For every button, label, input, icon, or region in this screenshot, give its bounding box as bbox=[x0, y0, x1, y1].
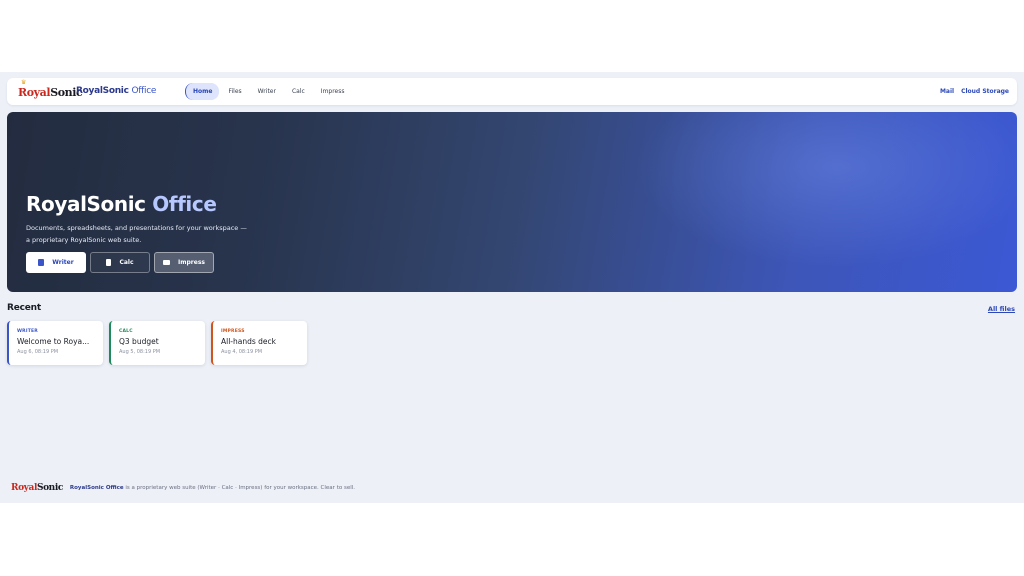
hero-title-main: RoyalSonic bbox=[26, 192, 146, 216]
card-name: All-hands deck bbox=[221, 337, 277, 346]
nav-right-links: Mail Cloud Storage bbox=[933, 88, 1009, 95]
impress-button[interactable]: Impress bbox=[154, 252, 214, 273]
hero-title: RoyalSonic Office bbox=[26, 192, 217, 216]
tab-writer[interactable]: Writer bbox=[251, 83, 283, 100]
calc-button[interactable]: Calc bbox=[90, 252, 150, 273]
brand-main: RoyalSonic bbox=[76, 86, 129, 96]
logo-royal-text: Royal bbox=[18, 85, 51, 99]
tab-home[interactable]: Home bbox=[185, 83, 220, 100]
mail-link[interactable]: Mail bbox=[940, 88, 954, 95]
brand-title[interactable]: RoyalSonic Office bbox=[76, 86, 156, 96]
card-name: Welcome to Roya... bbox=[17, 337, 90, 346]
calc-button-label: Calc bbox=[119, 259, 134, 266]
card-kind: CALC bbox=[119, 329, 133, 334]
footer-brand: RoyalSonic Office bbox=[69, 485, 124, 491]
recent-heading: Recent bbox=[7, 303, 41, 313]
card-kind: IMPRESS bbox=[221, 329, 245, 334]
recent-card[interactable]: IMPRESS All-hands deck Aug 4, 08:19 PM bbox=[211, 321, 307, 365]
hero-desc-line-2: a proprietary RoyalSonic web suite. bbox=[26, 236, 142, 244]
card-date: Aug 5, 08:19 PM bbox=[119, 349, 161, 355]
footer-text: RoyalSonic Office is a proprietary web s… bbox=[70, 485, 355, 491]
hero-description: Documents, spreadsheets, and presentatio… bbox=[26, 222, 286, 246]
hero-banner: RoyalSonic Office Documents, spreadsheet… bbox=[7, 112, 1017, 292]
card-date: Aug 6, 08:19 PM bbox=[17, 349, 59, 355]
footer-logo-royal: Royal bbox=[11, 483, 37, 493]
royalsonic-logo[interactable]: ♛ Royal Sonic bbox=[18, 79, 83, 101]
footer-logo: RoyalSonic bbox=[11, 483, 63, 493]
writer-button-label: Writer bbox=[52, 259, 74, 266]
document-icon bbox=[38, 259, 45, 266]
impress-button-label: Impress bbox=[178, 259, 205, 266]
cloud-storage-link[interactable]: Cloud Storage bbox=[961, 88, 1009, 95]
hero-title-accent: Office bbox=[152, 192, 217, 216]
recent-cards: WRITER Welcome to Roya... Aug 6, 08:19 P… bbox=[7, 321, 313, 365]
presentation-icon bbox=[163, 260, 171, 265]
card-name: Q3 budget bbox=[119, 337, 159, 346]
brand-sub: Office bbox=[131, 86, 157, 96]
card-kind: WRITER bbox=[17, 329, 38, 334]
nav-tabs: Home Files Writer Calc Impress bbox=[185, 83, 354, 100]
crown-icon: ♛ bbox=[21, 79, 27, 86]
recent-card[interactable]: CALC Q3 budget Aug 5, 08:19 PM bbox=[109, 321, 205, 365]
footer-logo-sonic: Sonic bbox=[36, 483, 63, 493]
footer-description: is a proprietary web suite (Writer · Cal… bbox=[123, 485, 356, 491]
tab-impress[interactable]: Impress bbox=[314, 83, 352, 100]
office-app: ♛ Royal Sonic RoyalSonic Office Home Fil… bbox=[0, 72, 1024, 503]
hero-desc-line-1: Documents, spreadsheets, and presentatio… bbox=[26, 224, 247, 232]
tab-files[interactable]: Files bbox=[221, 83, 248, 100]
all-files-link[interactable]: All files bbox=[988, 305, 1015, 313]
calculator-icon bbox=[106, 259, 112, 266]
hero-buttons: Writer Calc Impress bbox=[26, 252, 218, 273]
card-date: Aug 4, 08:19 PM bbox=[221, 349, 263, 355]
tab-calc[interactable]: Calc bbox=[285, 83, 312, 100]
writer-button[interactable]: Writer bbox=[26, 252, 86, 273]
recent-card[interactable]: WRITER Welcome to Roya... Aug 6, 08:19 P… bbox=[7, 321, 103, 365]
footer: RoyalSonic RoyalSonic Office is a propri… bbox=[11, 483, 355, 493]
top-nav: ♛ Royal Sonic RoyalSonic Office Home Fil… bbox=[7, 78, 1017, 105]
